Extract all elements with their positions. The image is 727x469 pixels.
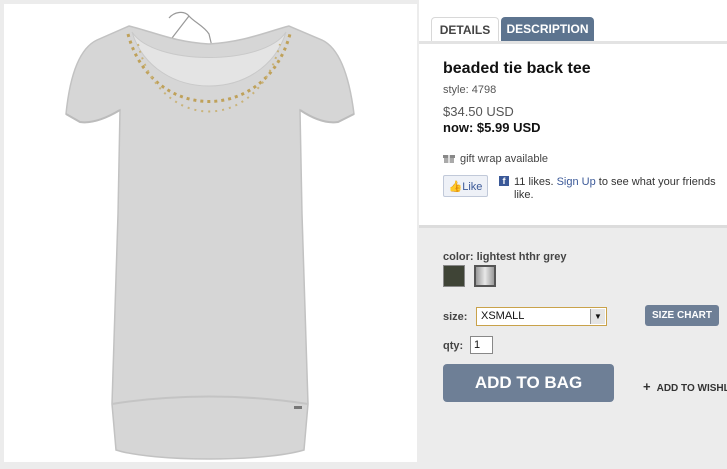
size-label: size: <box>443 311 468 323</box>
color-swatch-light-grey[interactable] <box>474 265 496 287</box>
thumbs-up-icon: 👍 <box>448 181 463 193</box>
quantity-input[interactable]: 1 <box>470 336 493 354</box>
add-to-bag-button[interactable]: ADD TO BAG <box>443 364 614 402</box>
sale-price: now: $5.99 USD <box>443 120 541 135</box>
tab-details[interactable]: DETAILS <box>431 17 499 43</box>
wishlist-label: ADD TO WISHL <box>656 383 727 394</box>
facebook-like-button[interactable]: 👍Like <box>443 175 488 197</box>
likes-count-text: 11 likes. <box>514 176 557 188</box>
tab-description[interactable]: DESCRIPTION <box>501 17 594 41</box>
original-price: $34.50 USD <box>443 104 514 119</box>
chevron-down-icon[interactable]: ▼ <box>590 309 605 324</box>
facebook-icon: f <box>499 176 509 186</box>
size-selected-value: XSMALL <box>481 310 525 322</box>
add-to-wishlist-link[interactable]: + ADD TO WISHL <box>643 379 727 394</box>
tshirt-image <box>65 11 355 460</box>
facebook-likes-text: 11 likes. Sign Up to see what your frien… <box>514 176 719 202</box>
like-label: Like <box>462 181 483 193</box>
tab-bar: DETAILS DESCRIPTION <box>419 0 727 44</box>
color-swatch-dark[interactable] <box>443 265 465 287</box>
plus-icon: + <box>643 379 651 394</box>
gift-wrap-label: gift wrap available <box>460 153 549 165</box>
gift-icon <box>443 155 455 163</box>
purchase-options: color: lightest hthr grey size: XSMALL ▼… <box>419 225 727 469</box>
tab-divider <box>419 41 727 44</box>
color-label: color: lightest hthr grey <box>443 251 567 263</box>
product-title: beaded tie back tee <box>443 60 591 77</box>
product-info-panel: DETAILS DESCRIPTION beaded tie back tee … <box>419 0 727 469</box>
product-image[interactable] <box>4 4 417 462</box>
qty-label: qty: <box>443 340 464 352</box>
size-chart-button[interactable]: SIZE CHART <box>645 305 719 326</box>
product-style-number: style: 4798 <box>443 84 497 96</box>
options-divider <box>419 225 727 228</box>
gift-wrap-note: gift wrap available <box>443 152 548 165</box>
product-image-panel <box>0 0 419 469</box>
size-select[interactable]: XSMALL ▼ <box>476 307 607 326</box>
facebook-signup-link[interactable]: Sign Up <box>557 176 596 188</box>
